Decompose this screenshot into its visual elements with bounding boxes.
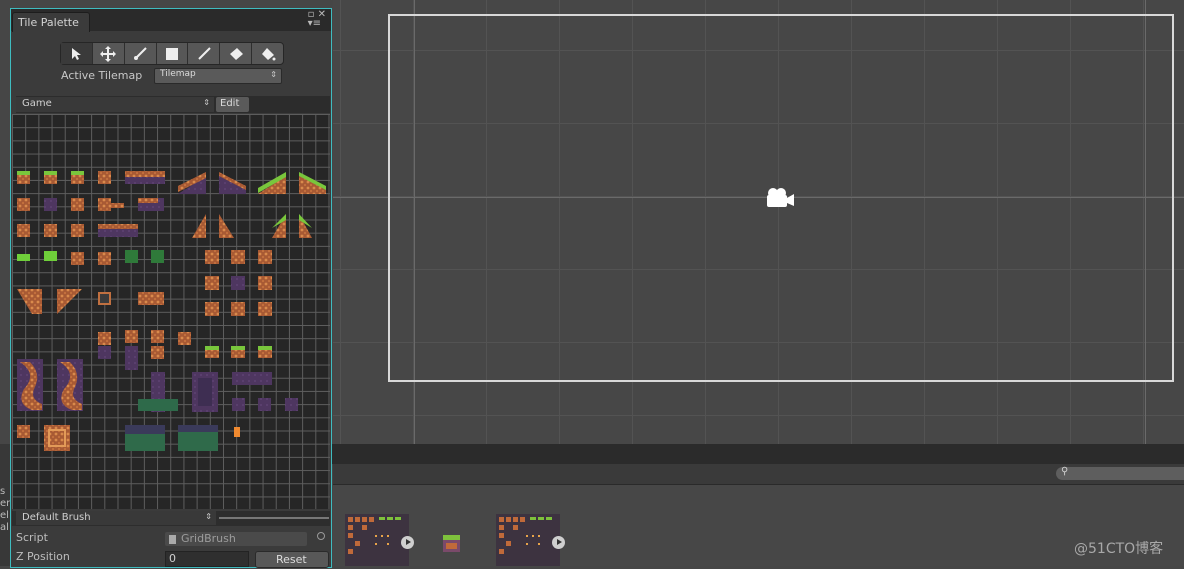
watermark: @51CTO博客 [1074,541,1164,557]
cave-tile-row [17,359,298,412]
paint-brush-icon[interactable] [125,43,157,64]
palette-bar: Game ⇕ Edit [16,96,330,113]
picker-icon[interactable] [188,43,221,64]
misc-tile-row [17,425,240,451]
tiles-layer [17,171,326,451]
z-position-value: 0 [169,552,176,565]
edit-label: Edit [220,98,240,109]
reset-button[interactable]: Reset [255,551,329,568]
tile-grid[interactable] [12,114,330,509]
spritesheet-thumbnail[interactable] [496,514,560,566]
dropdown-arrow-icon: ⇕ [270,70,277,79]
tab-label: Tile Palette [18,16,79,29]
expand-arrow-icon[interactable] [401,536,414,549]
active-tilemap-label: Active Tilemap [61,69,143,82]
tab-tile-palette[interactable]: Tile Palette [12,12,90,32]
search-input[interactable]: ⚲ [1056,466,1184,480]
eraser-icon[interactable] [220,43,253,64]
brush-name: Default Brush [22,512,91,523]
edit-button[interactable]: Edit [216,97,249,112]
script-label: Script [16,531,48,544]
panel-resize-handle[interactable] [219,517,329,519]
window-tab-bar: Tile Palette ▫ ✕ ▾≡ [11,9,331,32]
project-assets-area [333,485,1184,566]
reset-label: Reset [276,553,307,566]
tile-asset-thumbnail[interactable] [443,535,460,552]
palette-name: Game [22,98,52,109]
select-icon[interactable] [61,43,93,64]
palette-dropdown[interactable]: Game ⇕ [16,97,214,112]
object-picker-icon[interactable] [317,532,325,540]
brush-bar: Default Brush ⇕ [12,511,330,526]
dropdown-arrow-icon: ⇕ [205,512,212,521]
z-position-input[interactable]: 0 [165,551,249,567]
grass-tile-row [17,171,326,194]
active-tilemap-value: Tilemap [160,69,196,79]
project-toolbar: ⚲ [333,464,1184,485]
script-file-icon [169,535,176,544]
script-field[interactable]: GridBrush [165,532,307,546]
active-tilemap-dropdown[interactable]: Tilemap ⇕ [154,68,282,84]
brush-properties: Script GridBrush Z Position 0 Reset [12,527,330,568]
plant-tile-row [17,250,272,316]
script-value: GridBrush [181,532,236,545]
z-position-label: Z Position [16,550,70,563]
move-icon[interactable] [93,43,125,64]
box-fill-icon[interactable] [157,43,189,64]
search-icon: ⚲ [1061,466,1069,477]
decor-tile-row [17,289,272,370]
dropdown-arrow-icon: ⇕ [203,98,210,107]
dirt-tile-row [17,198,312,238]
fill-icon[interactable] [252,43,283,64]
scene-view[interactable] [333,0,1184,444]
brush-dropdown[interactable]: Default Brush ⇕ [16,511,216,525]
spritesheet-thumbnail[interactable] [345,514,409,566]
camera-gizmo-icon[interactable] [765,186,795,213]
tile-palette-window: Tile Palette ▫ ✕ ▾≡ Active Tilemap Tilem… [10,8,332,568]
expand-arrow-icon[interactable] [552,536,565,549]
tool-bar [60,42,284,65]
window-buttons: ▫ ✕ ▾≡ [308,9,326,29]
